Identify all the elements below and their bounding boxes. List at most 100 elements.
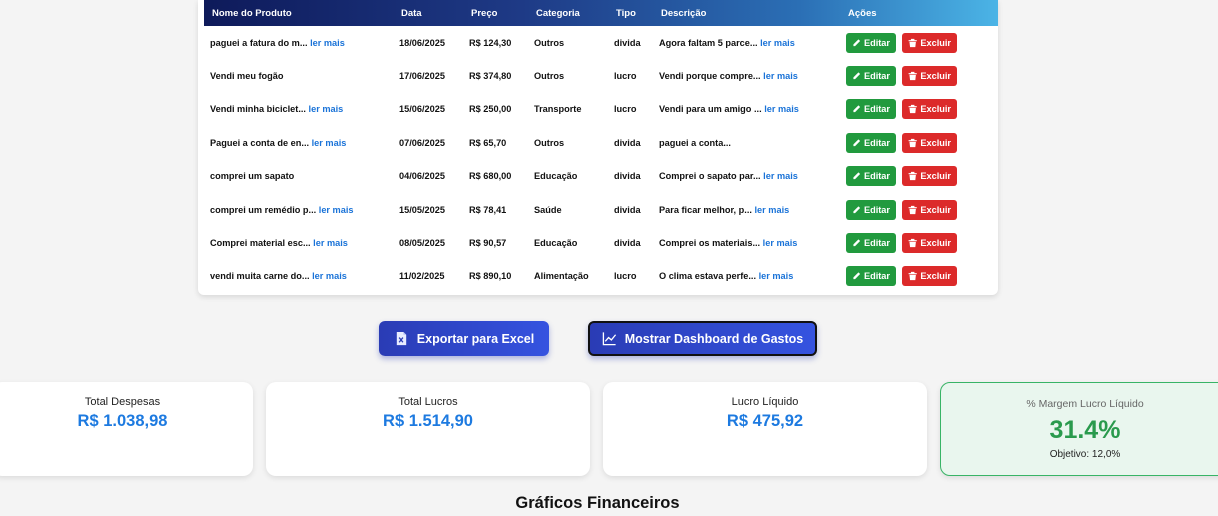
cell-category: Outros [534,37,565,48]
delete-button[interactable]: Excluir [902,99,957,120]
delete-button[interactable]: Excluir [902,233,957,254]
trash-icon [908,238,917,248]
cell-date: 18/06/2025 [399,37,445,48]
cell-type: divida [614,137,641,148]
cell-name: comprei um remédio p... ler mais [204,193,393,226]
read-more-link[interactable]: ler mais [755,205,790,215]
show-dashboard-button[interactable]: Mostrar Dashboard de Gastos [588,321,817,356]
header-price: Preço [471,7,498,19]
net-profit-card: Lucro Líquido R$ 475,92 [603,382,927,476]
description-text: Comprei os materiais... [659,238,761,249]
cell-actions: Editar Excluir [840,226,998,259]
read-more-link[interactable]: ler mais [312,271,347,281]
cell-price: R$ 78,41 [469,204,507,215]
read-more-link[interactable]: ler mais [760,38,795,48]
net-profit-value: R$ 475,92 [726,412,804,430]
read-more-link[interactable]: ler mais [764,104,799,114]
cell-category: Educação [534,238,578,249]
cell-date: 15/05/2025 [399,204,445,215]
cell-type: divida [614,204,641,215]
edit-button[interactable]: Editar [846,99,896,120]
product-name: vendi muita carne do... [210,271,310,282]
cell-description: Agora faltam 5 parce... ler mais [653,26,840,59]
read-more-link[interactable]: ler mais [763,71,798,81]
edit-button[interactable]: Editar [846,233,896,254]
edit-label: Editar [863,137,890,148]
excel-file-icon [396,331,406,346]
cell-category: Educação [534,171,578,182]
delete-label: Excluir [920,104,951,115]
cell-date: 08/05/2025 [399,238,445,249]
cell-price: R$ 250,00 [469,104,512,115]
cell-description: Comprei o sapato par... ler mais [653,160,840,193]
trash-icon [908,172,917,181]
edit-button[interactable]: Editar [846,66,896,87]
read-more-link[interactable]: ler mais [313,238,348,248]
line-chart-icon [602,332,616,346]
delete-button[interactable]: Excluir [902,132,957,153]
edit-button[interactable]: Editar [846,266,896,287]
table-row: comprei um remédio p... ler mais 15/05/20… [204,193,998,226]
read-more-link[interactable]: ler mais [310,38,345,48]
read-more-link[interactable]: ler mais [759,271,794,281]
total-profits-label: Total Lucros [398,396,458,408]
edit-button[interactable]: Editar [846,166,896,187]
delete-button[interactable]: Excluir [902,166,957,187]
edit-label: Editar [863,171,890,182]
product-name: Vendi meu fogão [210,71,284,82]
edit-button[interactable]: Editar [846,132,896,153]
read-more-link[interactable]: ler mais [319,205,354,215]
cell-name: Vendi minha biciclet... ler mais [204,93,393,126]
product-name: Comprei material esc... [210,238,311,249]
pencil-icon [853,206,861,213]
delete-button[interactable]: Excluir [902,266,957,287]
charts-section-title: Gráficos Financeiros [515,494,680,512]
net-margin-value: 31.4% [1049,416,1121,444]
cell-description: O clima estava perfe... ler mais [653,260,840,293]
edit-label: Editar [863,238,890,249]
read-more-link[interactable]: ler mais [312,138,347,148]
table-row: comprei um sapato 04/06/2025 R$ 680,00 Educ… [204,160,998,193]
cell-category: Outros [534,71,565,82]
net-profit-label: Lucro Líquido [731,396,799,408]
export-excel-button[interactable]: Exportar para Excel [379,321,549,356]
pencil-icon [853,272,861,280]
transactions-table: Nome do Produto Data Preço Categoria Tip… [204,0,998,293]
cell-name: Vendi meu fogão [204,59,393,92]
description-text: paguei a conta... [659,137,731,148]
cell-actions: Editar Excluir [840,26,998,59]
description-text: Vendi para um amigo ... [659,104,762,115]
cell-name: vendi muita carne do... ler mais [204,260,393,293]
header-description: Descrição [661,7,707,19]
read-more-link[interactable]: ler mais [309,104,344,114]
read-more-link[interactable]: ler mais [763,238,798,248]
edit-button[interactable]: Editar [846,199,896,220]
header-date: Data [401,7,422,19]
cell-type: lucro [614,104,637,115]
cell-type: divida [614,171,641,182]
total-expenses-label: Total Despesas [84,396,161,408]
cell-actions: Editar Excluir [840,93,998,126]
read-more-link[interactable]: ler mais [763,171,798,181]
cell-price: R$ 374,80 [469,71,512,82]
cell-date: 04/06/2025 [399,171,445,182]
trash-icon [908,205,917,214]
trash-icon [908,272,917,281]
header-name: Nome do Produto [212,7,292,19]
edit-button[interactable]: Editar [846,32,896,53]
cell-name: Comprei material esc... ler mais [204,226,393,259]
description-text: Agora faltam 5 parce... [659,37,758,48]
product-name: Vendi minha biciclet... [210,104,306,115]
cell-name: Paguei a conta de en... ler mais [204,126,393,159]
delete-button[interactable]: Excluir [902,66,957,87]
delete-button[interactable]: Excluir [902,199,957,220]
product-name: comprei um sapato [210,171,295,182]
table-row: Vendi meu fogão 17/06/2025 R$ 374,80 Outros… [204,59,998,92]
edit-label: Editar [863,71,890,82]
cell-price: R$ 90,57 [469,238,507,249]
cell-actions: Editar Excluir [840,260,998,293]
delete-button[interactable]: Excluir [902,32,957,53]
table-row: Vendi minha biciclet... ler mais 15/06/20… [204,93,998,126]
cell-actions: Editar Excluir [840,160,998,193]
product-name: paguei a fatura do m... [210,37,308,48]
